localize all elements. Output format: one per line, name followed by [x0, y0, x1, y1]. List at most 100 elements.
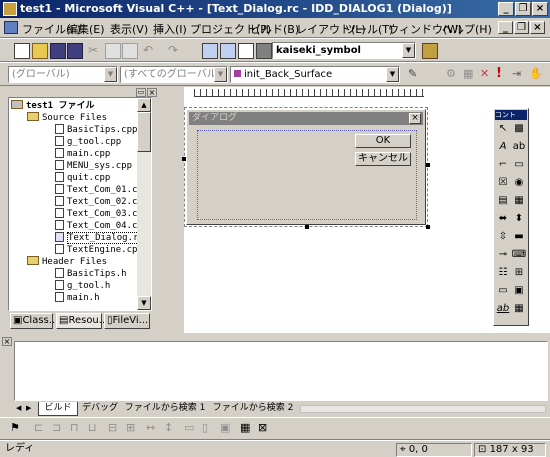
stop-build-icon[interactable]: ✕ [480, 67, 496, 83]
scroll-down-icon[interactable]: ▼ [137, 296, 151, 310]
align-bottom-icon[interactable]: ⊔ [88, 421, 104, 437]
tab-find-in-files-1[interactable]: ファイルから検索 1 [122, 402, 208, 415]
chevron-down-icon[interactable]: ▼ [104, 67, 117, 82]
find-in-files-icon[interactable] [256, 43, 272, 59]
scroll-thumb[interactable] [137, 112, 151, 152]
vscroll-tool-icon[interactable]: ⬍ [510, 211, 528, 229]
new-text-icon[interactable] [14, 43, 30, 59]
window-list-icon[interactable] [238, 43, 254, 59]
class-combo[interactable]: (グローバル) ▼ [8, 66, 118, 83]
edit-box-tool-icon[interactable]: ab [510, 139, 528, 157]
tree-file[interactable]: Text_Com_02.cpp [55, 196, 148, 208]
tree-file[interactable]: Text_Com_03.cpp [55, 208, 148, 220]
tree-file[interactable]: BasicTips.cpp [55, 124, 137, 136]
scroll-up-icon[interactable]: ▲ [137, 98, 151, 112]
compile-icon[interactable]: ⚙ [446, 67, 462, 83]
progress-tool-icon[interactable]: ▬ [510, 229, 528, 247]
button-tool-icon[interactable]: ▭ [510, 157, 528, 175]
tree-file[interactable]: Text_Com_04.cpp [55, 220, 148, 232]
space-down-icon[interactable]: ↕ [164, 421, 180, 437]
undo-icon[interactable]: ↶ [143, 43, 159, 59]
restore-button[interactable]: ❐ [515, 2, 531, 16]
paste-icon[interactable] [122, 43, 138, 59]
chevron-down-icon[interactable]: ▼ [386, 67, 399, 82]
make-same-size-icon[interactable]: ▣ [220, 421, 236, 437]
toggle-guides-icon[interactable]: ⊠ [258, 421, 274, 437]
dialog-template[interactable]: ダイアログ × OK キャンセル [186, 109, 426, 225]
tab-find-in-files-2[interactable]: ファイルから検索 2 [210, 402, 296, 415]
tree-file[interactable]: g_tool.h [55, 280, 110, 292]
menu-view[interactable]: 表示(V) [110, 21, 148, 37]
tree-control-tool-icon[interactable]: ⊞ [510, 265, 528, 283]
go-icon[interactable]: ⇥ [512, 67, 528, 83]
pane-close-icon[interactable]: × [2, 337, 12, 346]
center-horizontal-icon[interactable]: ⊞ [126, 421, 142, 437]
output-text-area[interactable] [14, 341, 548, 401]
doc-restore-button[interactable]: ❐ [514, 21, 529, 34]
radio-tool-icon[interactable]: ◉ [510, 175, 528, 193]
tab-debug[interactable]: デバッグ [80, 402, 120, 415]
resize-handle[interactable] [305, 225, 309, 229]
tree-file[interactable]: TextEngine.cpp [55, 244, 143, 256]
date-picker-tool-icon[interactable]: ▦ [510, 301, 528, 319]
document-icon[interactable] [4, 21, 18, 34]
tree-file[interactable]: g_tool.cpp [55, 136, 121, 148]
output-window-icon[interactable] [220, 43, 236, 59]
tab-class-view[interactable]: ▣Class... [10, 313, 58, 329]
tree-file[interactable]: Text_Com_01.cpp [55, 184, 148, 196]
center-vertical-icon[interactable]: ⊟ [108, 421, 124, 437]
find-icon[interactable] [422, 43, 438, 59]
align-left-icon[interactable]: ⊏ [34, 421, 50, 437]
open-icon[interactable] [32, 43, 48, 59]
tree-file[interactable]: main.cpp [55, 148, 110, 160]
tree-folder-source[interactable]: Source Files [27, 112, 107, 124]
chevron-down-icon[interactable]: ▼ [402, 43, 415, 58]
align-top-icon[interactable]: ⊓ [70, 421, 86, 437]
chevron-down-icon[interactable]: ▼ [214, 67, 227, 82]
redo-icon[interactable]: ↷ [168, 43, 184, 59]
menu-build[interactable]: ビルド(B) [250, 21, 299, 37]
tree-root[interactable]: test1 ファイル [11, 100, 95, 112]
tab-scroll-right-icon[interactable]: ▶ [26, 402, 34, 414]
minimize-button[interactable]: _ [498, 2, 514, 16]
save-all-icon[interactable] [67, 43, 83, 59]
cut-icon[interactable]: ✂ [88, 43, 104, 59]
toggle-grid-icon[interactable]: ▦ [240, 421, 256, 437]
doc-close-button[interactable]: × [530, 21, 545, 34]
tree-file[interactable]: MENU_sys.cpp [55, 160, 132, 172]
tab-resource-view[interactable]: ▤Resou... [56, 313, 108, 329]
ok-button[interactable]: OK [355, 134, 411, 148]
menu-help[interactable]: ヘルプ(H) [442, 21, 492, 37]
picture-tool-icon[interactable]: ▩ [510, 121, 528, 139]
tab-file-view[interactable]: ▯FileVi... [104, 313, 150, 329]
members-combo[interactable]: (すべてのグローバル メンバ) ▼ [120, 66, 228, 83]
make-same-height-icon[interactable]: ▯ [202, 421, 218, 437]
space-across-icon[interactable]: ↔ [146, 421, 162, 437]
resize-handle[interactable] [182, 157, 186, 161]
build-icon[interactable]: ▦ [463, 67, 479, 83]
close-button[interactable]: × [532, 2, 548, 16]
output-hscrollbar[interactable] [300, 405, 546, 413]
make-same-width-icon[interactable]: ▭ [184, 421, 200, 437]
tab-build[interactable]: ビルド [38, 402, 78, 416]
tree-file[interactable]: quit.cpp [55, 172, 110, 184]
menu-tools[interactable]: ツール(T) [345, 21, 393, 37]
pane-close-icon[interactable]: × [147, 88, 157, 97]
tree-folder-header[interactable]: Header Files [27, 256, 107, 268]
resize-handle[interactable] [426, 163, 430, 167]
function-combo[interactable]: init_Back_Surface ▼ [230, 66, 400, 83]
tree-file[interactable]: BasicTips.h [55, 268, 127, 280]
tree-scrollbar[interactable]: ▲ ▼ [137, 98, 151, 310]
copy-icon[interactable] [105, 43, 121, 59]
execute-icon[interactable]: ! [496, 67, 512, 83]
breakpoint-icon[interactable]: ✋ [529, 67, 545, 83]
align-right-icon[interactable]: ⊐ [52, 421, 68, 437]
app-icon[interactable] [3, 2, 17, 16]
dialog-close-icon[interactable]: × [409, 113, 421, 124]
save-icon[interactable] [50, 43, 66, 59]
wizard-action-icon[interactable]: ✎ [408, 67, 424, 83]
list-box-tool-icon[interactable]: ▦ [510, 193, 528, 211]
find-combo[interactable]: kaiseki_symbol ▼ [272, 42, 416, 59]
menu-insert[interactable]: 挿入(I) [153, 21, 187, 37]
pane-restore-icon[interactable]: ▭ [136, 88, 146, 97]
